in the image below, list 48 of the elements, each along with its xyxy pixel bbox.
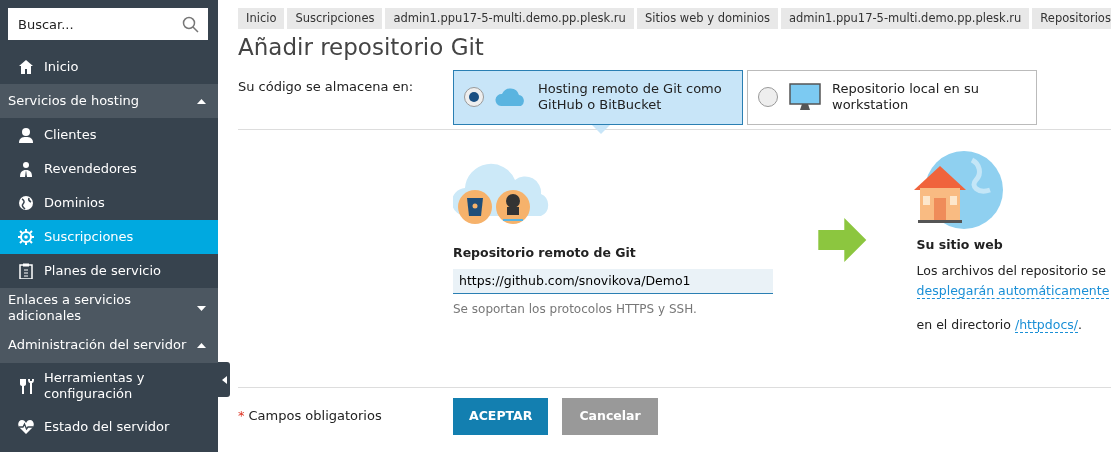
sidebar-item[interactable]: Inicio (0, 50, 218, 84)
home-icon (18, 59, 34, 75)
description-text: Los archivos del repositorio se desplegarán automáticamente (916, 261, 1111, 301)
breadcrumb-link[interactable]: Sitios web y dominios (636, 8, 778, 30)
sidebar-section-header[interactable]: Enlaces a servicios adicionales (0, 288, 218, 329)
sidebar-item[interactable]: Herramientas y configuración (0, 362, 218, 410)
required-note: Campos obligatorios (248, 408, 382, 424)
sidebar-item[interactable]: Revendedores (0, 152, 218, 186)
caret-icon (197, 98, 206, 104)
collapse-sidebar-handle[interactable] (218, 362, 230, 397)
caret-icon (197, 305, 206, 311)
breadcrumb-link[interactable]: admin1.ppu17-5-multi.demo.pp.plesk.ru (780, 8, 1030, 30)
clipboard-icon (18, 263, 34, 279)
search-field[interactable]: Buscar... (8, 8, 208, 40)
search-icon[interactable] (182, 16, 199, 33)
sidebar-section-header[interactable]: Servicios de hosting (0, 84, 218, 118)
breadcrumb-link[interactable]: Repositorios (1032, 8, 1111, 30)
right-arrow-icon (818, 217, 867, 262)
sidebar-section-header[interactable]: Administración del servidor (0, 328, 218, 363)
required-asterisk: * (238, 408, 245, 424)
field-label: Su código se almacena en: (238, 77, 415, 96)
submit-button[interactable]: ACEPTAR (453, 397, 549, 435)
section-heading: Su sitio web (916, 235, 1004, 254)
radio-icon (464, 87, 484, 108)
url-input-field[interactable]: https://github.com/snovikova/Demo1 (453, 268, 773, 295)
description-text: en el directorio /httpdocs/. (916, 315, 1083, 335)
storage-option[interactable]: Repositorio local en su workstation (747, 69, 1037, 125)
sidebar-item[interactable]: Estado del servidor (0, 409, 218, 444)
monitor-icon (788, 82, 822, 113)
heart-pulse-icon (18, 418, 34, 435)
sidebar-item[interactable]: Planes de servicio (0, 254, 218, 288)
sidebar-item[interactable]: Dominios (0, 186, 218, 220)
breadcrumb-link[interactable]: Suscripciones (287, 8, 383, 30)
inline-link[interactable]: /httpdocs/ (1014, 316, 1078, 333)
hint-text: Se soportan los protocolos HTTPS y SSH. (453, 301, 698, 319)
page-title: Añadir repositorio Git (238, 34, 485, 62)
globe-icon (18, 195, 34, 211)
radio-icon (758, 87, 778, 108)
gear-icon (18, 229, 34, 245)
field-label: Repositorio remoto de Git (453, 243, 637, 262)
tools-icon (18, 378, 34, 394)
sidebar-item[interactable]: Clientes (0, 118, 218, 152)
caret-icon (197, 343, 206, 348)
person-suit-icon (18, 161, 34, 177)
breadcrumb-link[interactable]: admin1.ppu17-5-multi.demo.pp.plesk.ru (385, 8, 634, 30)
breadcrumb-link[interactable]: Inicio (238, 8, 285, 30)
person-icon (18, 127, 34, 143)
inline-link[interactable]: desplegarán automáticamente (916, 282, 1110, 299)
